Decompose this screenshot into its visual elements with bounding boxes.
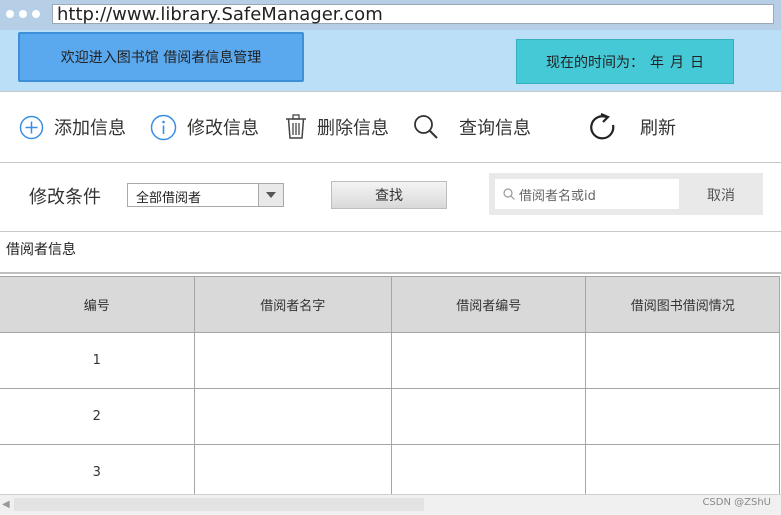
table-row[interactable]: 2 [0,388,780,445]
table-cell [585,444,780,501]
select-value: 全部借阅者 [136,191,202,206]
add-info-button[interactable]: 添加信息 [19,114,126,140]
scroll-left-icon[interactable]: ◀ [2,499,10,510]
refresh-button[interactable]: 刷新 [586,112,676,140]
watermark: CSDN @ZShU [702,497,771,508]
dropdown-arrow-icon[interactable] [258,184,283,206]
url-field[interactable]: http://www.library.SafeManager.com [52,4,774,25]
column-header: 编号 [0,276,195,333]
table-cell [193,332,392,389]
table-row[interactable]: 1 [0,332,780,389]
section-title: 借阅者信息 [6,242,76,258]
table-cell [193,444,392,501]
borrower-table: 编号 借阅者名字 借阅者编号 借阅图书借阅情况 1 2 3 [0,276,780,501]
time-month: 月 [670,54,684,71]
search-box: 借阅者名或id 取消 [489,173,763,215]
column-header: 借阅者编号 [390,276,587,333]
search-icon [503,188,515,200]
delete-info-label: 删除信息 [317,118,389,139]
delete-info-button[interactable]: 删除信息 [285,114,389,140]
table-cell [390,332,587,389]
window-dot-icon [6,10,14,18]
edit-info-label: 修改信息 [187,118,259,139]
table-cell [585,332,780,389]
window-dots [6,10,40,18]
plus-circle-icon [19,115,44,139]
add-info-label: 添加信息 [54,118,126,139]
trash-icon [286,114,306,139]
current-time-box: 现在的时间为： 年 月 日 [516,39,734,84]
table-cell [585,388,780,445]
filter-bar: 修改条件 全部借阅者 查找 借阅者名或id 取消 [0,163,781,232]
action-toolbar: 添加信息 修改信息 删除信息 查询信息 刷新 [0,92,781,163]
table-header-row: 编号 借阅者名字 借阅者编号 借阅图书借阅情况 [0,276,780,333]
find-button[interactable]: 查找 [331,181,447,209]
divider [0,272,781,274]
table-cell [193,388,392,445]
borrower-filter-select[interactable]: 全部借阅者 [127,183,284,207]
column-header: 借阅者名字 [193,276,392,333]
condition-label: 修改条件 [29,187,101,208]
refresh-icon [590,112,615,140]
table-cell: 2 [0,388,195,445]
table-cell: 1 [0,332,195,389]
window-dot-icon [32,10,40,18]
browser-address-bar: http://www.library.SafeManager.com [0,0,781,31]
table-cell: 3 [0,444,195,501]
table-cell [390,388,587,445]
search-icon [414,115,438,139]
query-info-label: 查询信息 [459,118,531,139]
welcome-banner: 欢迎进入图书馆 借阅者信息管理 [18,32,304,82]
borrower-search-input[interactable]: 借阅者名或id [495,179,679,209]
table-cell [390,444,587,501]
scroll-thumb[interactable] [14,498,424,511]
info-icon [150,114,177,140]
column-header: 借阅图书借阅情况 [585,276,780,333]
table-row[interactable]: 3 [0,444,780,501]
cancel-button[interactable]: 取消 [707,185,735,205]
time-label: 现在的时间为： [546,54,644,71]
page-header: 欢迎进入图书馆 借阅者信息管理 现在的时间为： 年 月 日 [0,30,781,92]
time-day: 日 [690,54,704,71]
refresh-label: 刷新 [640,118,676,139]
search-placeholder: 借阅者名或id [519,188,596,204]
query-info-button[interactable]: 查询信息 [413,114,531,140]
window-dot-icon [19,10,27,18]
edit-info-button[interactable]: 修改信息 [150,114,259,140]
time-year: 年 [650,54,664,71]
horizontal-scrollbar[interactable]: ◀ CSDN @ZShU [0,494,781,515]
